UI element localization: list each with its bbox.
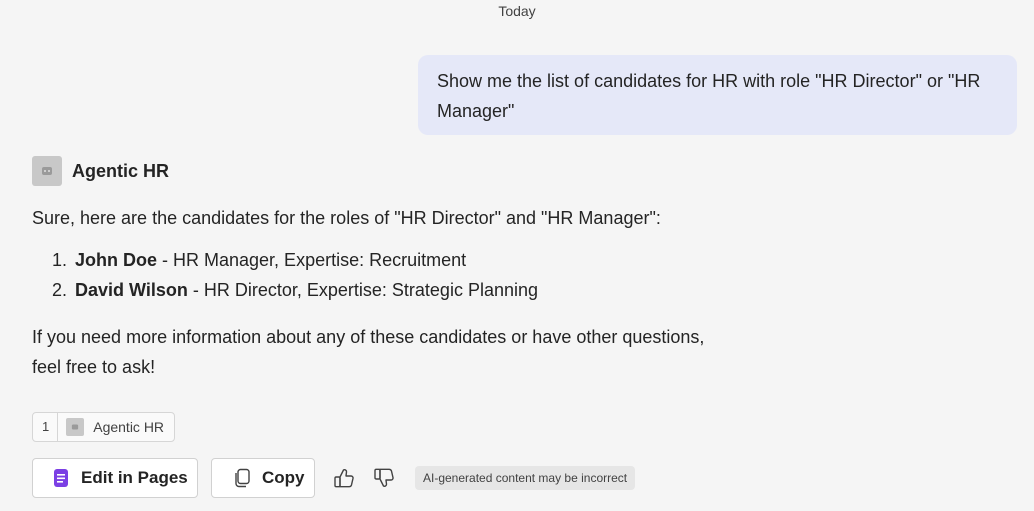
- list-item-body: John Doe - HR Manager, Expertise: Recrui…: [75, 245, 466, 275]
- copy-label: Copy: [262, 468, 305, 487]
- list-item: 1. John Doe - HR Manager, Expertise: Rec…: [32, 245, 538, 275]
- candidate-details: - HR Director, Expertise: Strategic Plan…: [187, 280, 538, 300]
- candidate-details: - HR Manager, Expertise: Recruitment: [157, 250, 467, 270]
- candidate-name: David Wilson: [75, 280, 188, 300]
- thumbs-down-icon[interactable]: [371, 464, 397, 492]
- list-item-number: 1.: [51, 250, 67, 270]
- list-item-body: David Wilson - HR Director, Expertise: S…: [75, 275, 538, 305]
- citation-label: Agentic HR: [93, 419, 165, 435]
- list-item: 2. David Wilson - HR Director, Expertise…: [32, 275, 538, 305]
- agent-avatar-icon: [32, 156, 62, 186]
- copy-icon: [232, 467, 252, 489]
- list-item-number: 2.: [51, 280, 67, 300]
- thumbs-up-icon[interactable]: [331, 464, 357, 492]
- bot-intro-text: Sure, here are the candidates for the ro…: [32, 208, 661, 228]
- bot-header: Agentic HR: [32, 156, 169, 186]
- edit-in-pages-button[interactable]: Edit in Pages: [32, 458, 198, 498]
- date-separator: Today: [498, 3, 536, 19]
- edit-in-pages-label: Edit in Pages: [81, 468, 188, 487]
- user-message-bubble: Show me the list of candidates for HR wi…: [418, 55, 1017, 135]
- pages-icon: [51, 467, 71, 489]
- candidate-name: John Doe: [75, 250, 158, 270]
- citation-number: 1: [33, 413, 59, 441]
- agent-avatar-icon: [66, 418, 85, 436]
- candidate-list: 1. John Doe - HR Manager, Expertise: Rec…: [32, 245, 538, 305]
- ai-disclaimer-badge: AI-generated content may be incorrect: [415, 466, 636, 490]
- bot-outro-text: If you need more information about any o…: [32, 327, 705, 377]
- citation-chip[interactable]: 1 Agentic HR: [32, 412, 176, 442]
- bot-name: Agentic HR: [72, 160, 170, 181]
- copy-button[interactable]: Copy: [211, 458, 315, 498]
